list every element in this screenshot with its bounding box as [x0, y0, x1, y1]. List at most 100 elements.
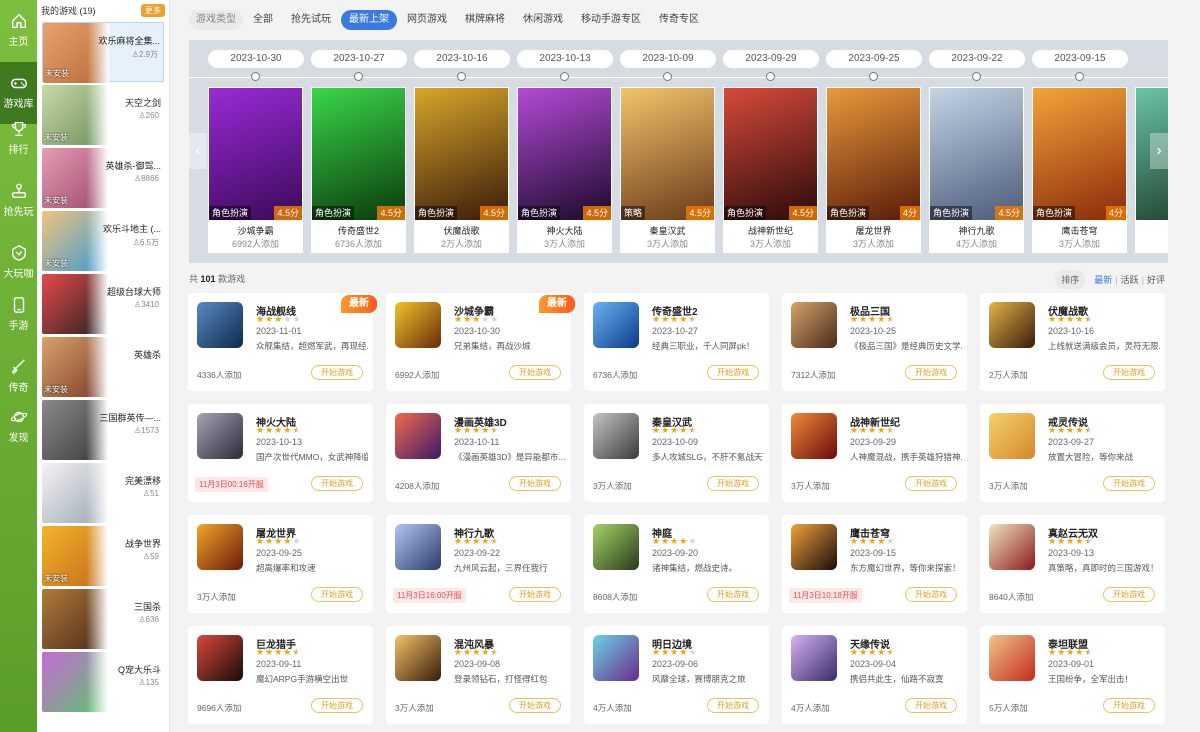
start-game-button[interactable]: 开始游戏	[311, 365, 363, 380]
sort-option[interactable]: 最新	[1091, 273, 1115, 286]
my-game-item[interactable]: 三国群英传—... ♙1573	[42, 400, 164, 460]
game-card[interactable]: 秦皇汉武 ★★★★★ 2023-10-09 多人攻城SLG，不肝不氪战天下 3万人添加开…	[584, 404, 769, 502]
game-card[interactable]: 极品三国 ★★★★★ 2023-10-25 《极品三国》是经典历史文学... 7312人…	[782, 293, 967, 391]
start-game-button[interactable]: 开始游戏	[905, 365, 957, 380]
game-card[interactable]: 混沌风暴 ★★★★★ 2023-09-08 登录领钻石，打怪得红包 3万人添加 开始游戏	[386, 626, 571, 724]
start-game-button[interactable]: 开始游戏	[311, 698, 363, 713]
start-game-button[interactable]: 开始游戏	[707, 365, 759, 380]
my-game-item[interactable]: Q宠大乐斗 ♙135	[42, 652, 164, 712]
game-icon	[989, 413, 1035, 459]
category-tab[interactable]: 传奇专区	[651, 10, 707, 30]
my-game-item[interactable]: 英雄杀-御驾... ♙8866 未安装	[42, 148, 164, 208]
nav-item-phone[interactable]: 手游	[0, 284, 37, 346]
game-card[interactable]: 战神新世纪 ★★★★★ 2023-09-29 人神魔混战，携手英雄狩猎神... 3万人添…	[782, 404, 967, 502]
more-button[interactable]: 更多	[141, 3, 165, 17]
game-card[interactable]: 泰坦联盟 ★★★★★ 2023-09-01 王国纷争，全军出击！ 5万人添加 开始游戏	[980, 626, 1165, 724]
game-card[interactable]: 伏魔战歌 ★★★★★ 2023-10-16 上线就送满级会员，灵符无限... 2万人添加…	[980, 293, 1165, 391]
start-game-button[interactable]: 开始游戏	[509, 587, 561, 602]
start-game-button[interactable]: 开始游戏	[707, 698, 759, 713]
timeline-game-card[interactable]: 角色扮演 4分 鹰击苍穹 3万人添加	[1032, 87, 1127, 253]
timeline-game-card[interactable]: 角色扮演 4.5分 传奇盛世2 6736人添加	[311, 87, 406, 253]
start-game-button[interactable]: 开始游戏	[311, 476, 363, 491]
start-game-button[interactable]: 开始游戏	[509, 476, 561, 491]
start-game-button[interactable]: 开始游戏	[905, 587, 957, 602]
sort-option[interactable]: 活跃	[1118, 273, 1142, 286]
rating-stars: ★★★★★	[454, 425, 499, 436]
timeline-game-card[interactable]: 角色扮演 4.5分 沙城争霸 6992人添加	[208, 87, 303, 253]
game-card[interactable]: 鹰击苍穹 ★★★★★ 2023-09-15 东方魔幻世界，等你来探索！ 11月3日10:…	[782, 515, 967, 613]
game-genre-tag: 角色扮演	[724, 206, 767, 220]
install-status: 未安装	[44, 574, 68, 583]
timeline-game-card[interactable]: 角色扮演 4.5分 神行九歌 4万人添加	[929, 87, 1024, 253]
my-game-count: ♙1573	[134, 426, 159, 435]
game-icon	[395, 635, 441, 681]
start-game-button[interactable]: 开始游戏	[509, 365, 561, 380]
my-game-item[interactable]: 天空之剑 ♙260 未安装	[42, 85, 164, 145]
game-card[interactable]: 神火大陆 ★★★★★ 2023-10-13 国产次世代MMO，女武神降临 11月3日00…	[188, 404, 373, 502]
sword-icon	[0, 358, 37, 376]
timeline-game-card[interactable]: 策略 4.5分 秦皇汉武 3万人添加	[620, 87, 715, 253]
rating-stars: ★★★★★	[256, 647, 301, 658]
game-card[interactable]: 神行九歌 ★★★★★ 2023-09-22 九州风云起，三界任我行 11月3日16:00…	[386, 515, 571, 613]
category-tab[interactable]: 全部	[245, 10, 281, 30]
game-card[interactable]: 屠龙世界 ★★★★★ 2023-09-25 超高爆率和攻速 3万人添加 开始游戏	[188, 515, 373, 613]
game-card[interactable]: 戒灵传说 ★★★★★ 2023-09-27 放置大冒险，等你来战 3万人添加 开始游戏	[980, 404, 1165, 502]
start-game-button[interactable]: 开始游戏	[1103, 365, 1155, 380]
game-description: 王国纷争，全军出击！	[1048, 674, 1134, 684]
nav-item-home[interactable]: 主页	[0, 0, 37, 62]
my-games-header: 我的游戏 (19) 更多	[37, 0, 169, 20]
my-game-item[interactable]: 英雄杀 未安装	[42, 337, 164, 397]
game-card[interactable]: 海战舰线 ★★★★★ 2023-11-01 众舰集结，超燃军武，再现经... 4336人…	[188, 293, 377, 391]
start-game-button[interactable]: 开始游戏	[1103, 698, 1155, 713]
game-description: 诸神集结，燃战史诗。	[652, 563, 738, 573]
category-tab[interactable]: 抢先试玩	[283, 10, 339, 30]
timeline-game-card[interactable]: 角色扮演 4.5分 战神新世纪 3万人添加	[723, 87, 818, 253]
rating-stars: ★★★★★	[850, 647, 895, 658]
star-icon: ★	[283, 647, 293, 657]
start-game-button[interactable]: 开始游戏	[707, 476, 759, 491]
game-card[interactable]: 漫画英雄3D ★★★★★ 2023-10-11 《漫画英雄3D》是异能都市... 420…	[386, 404, 571, 502]
start-game-button[interactable]: 开始游戏	[707, 587, 759, 602]
my-game-item[interactable]: 欢乐斗地主 (... ♙6.5万 未安装	[42, 211, 164, 271]
game-genre-tag: 角色扮演	[415, 206, 458, 220]
game-card[interactable]: 巨龙猎手 ★★★★★ 2023-09-11 魔幻ARPG手游横空出世 9696人添加 开始…	[188, 626, 373, 724]
category-tab[interactable]: 休闲游戏	[515, 10, 571, 30]
timeline-game-card[interactable]: 角色扮演 4.5分 伏魔战歌 2万人添加	[414, 87, 509, 253]
star-icon: ★	[652, 647, 662, 657]
game-card[interactable]: 明日边境 ★★★★★ 2023-09-06 风靡全球，赛博朋克之旅 4万人添加 开始游戏	[584, 626, 769, 724]
game-card[interactable]: 天缘传说 ★★★★★ 2023-09-04 携侣共此生，仙路不寂寞 4万人添加 开始游戏	[782, 626, 967, 724]
game-card[interactable]: 神庭 ★★★★★ 2023-09-20 诸神集结，燃战史诗。 8608人添加 开始游戏	[584, 515, 769, 613]
nav-item-trophy[interactable]: 排行	[0, 108, 37, 170]
chevron-right-icon[interactable]: ›	[1150, 133, 1168, 169]
my-game-item[interactable]: 超级台球大师 ♙3410	[42, 274, 164, 334]
timeline-game-card[interactable]: 角色扮演 4分 屠龙世界 3万人添加	[826, 87, 921, 253]
category-tab[interactable]: 棋牌麻将	[457, 10, 513, 30]
game-genre-tag: 角色扮演	[518, 206, 561, 220]
added-count: 3万人添加	[593, 481, 632, 491]
start-game-button[interactable]: 开始游戏	[509, 698, 561, 713]
game-card[interactable]: 传奇盛世2 ★★★★★ 2023-10-27 经典三职业，千人同屏pk！ 6736人添加…	[584, 293, 769, 391]
my-game-item[interactable]: 欢乐麻将全集... ♙2.9万 未安装	[42, 22, 164, 83]
rating-stars: ★★★★★	[652, 647, 697, 658]
start-game-button[interactable]: 开始游戏	[1103, 587, 1155, 602]
chevron-left-icon[interactable]: ‹	[189, 133, 207, 169]
category-tab[interactable]: 最新上架	[341, 10, 397, 30]
game-card[interactable]: 真赵云无双 ★★★★★ 2023-09-13 真策略，真即时的三国游戏！ 8640人添加…	[980, 515, 1165, 613]
timeline-game-card[interactable]: 角色扮演 4.5分 神火大陆 3万人添加	[517, 87, 612, 253]
my-game-item[interactable]: 完美漂移 ♙51	[42, 463, 164, 523]
nav-item-planet[interactable]: 发现	[0, 396, 37, 458]
start-game-button[interactable]: 开始游戏	[905, 476, 957, 491]
sort-option[interactable]: 好评	[1144, 273, 1168, 286]
start-game-button[interactable]: 开始游戏	[905, 698, 957, 713]
start-game-button[interactable]: 开始游戏	[311, 587, 363, 602]
start-game-button[interactable]: 开始游戏	[1103, 476, 1155, 491]
nav-label: 主页	[8, 37, 29, 48]
category-tab[interactable]: 移动手游专区	[573, 10, 649, 30]
nav-item-joystick[interactable]: 抢先玩	[0, 170, 37, 232]
my-game-item[interactable]: 三国杀 ♙636	[42, 589, 164, 649]
category-tab[interactable]: 网页游戏	[399, 10, 455, 30]
timeline-date: 2023-10-27	[311, 50, 407, 68]
game-icon	[197, 413, 243, 459]
game-card[interactable]: 沙城争霸 ★★★★★ 2023-10-30 兄弟集结，再战沙城 6992人添加 开始游戏最…	[386, 293, 575, 391]
my-game-item[interactable]: 战争世界 ♙59 未安装	[42, 526, 164, 586]
